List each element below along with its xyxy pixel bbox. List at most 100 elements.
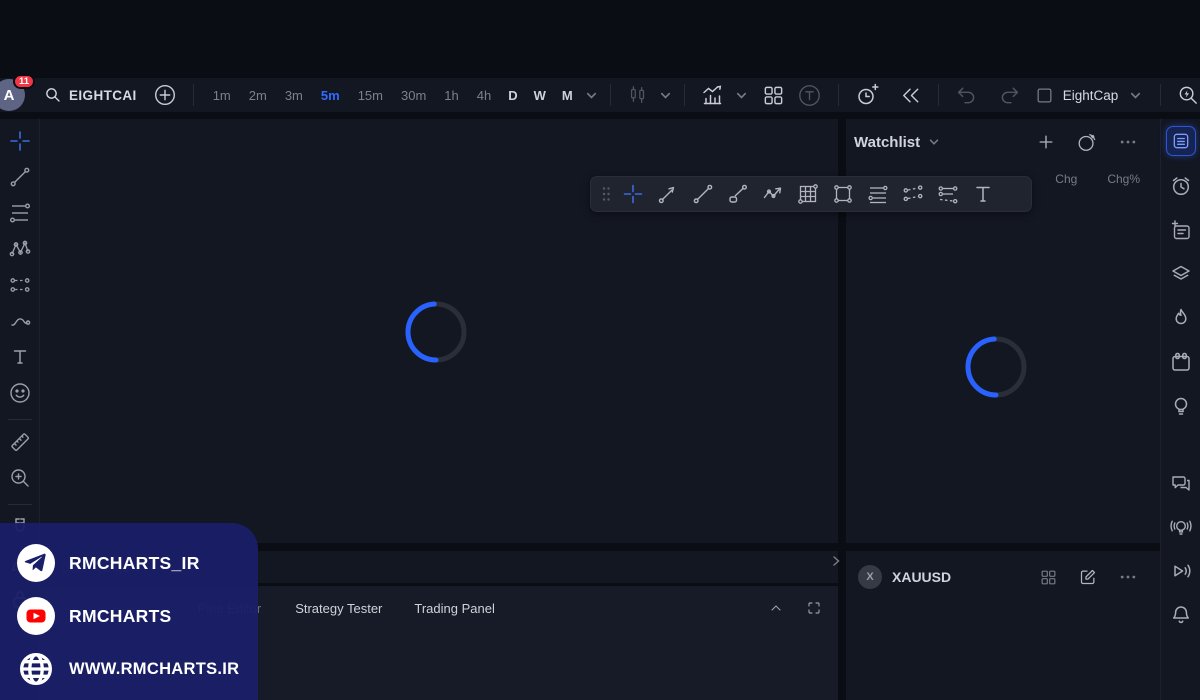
fb-trend-line-button[interactable] xyxy=(685,179,720,209)
timeframe-30m[interactable]: 30m xyxy=(392,80,435,110)
indicators-menu-button[interactable] xyxy=(731,80,750,110)
toolbar-separator xyxy=(0,112,1200,119)
watchlist-title-dropdown[interactable]: Watchlist xyxy=(854,134,940,151)
crosshair-icon xyxy=(621,182,645,206)
timeframe-4h[interactable]: 4h xyxy=(468,80,500,110)
timeframe-D[interactable]: D xyxy=(500,80,525,110)
text-icon xyxy=(8,345,32,369)
panel-maximize-button[interactable] xyxy=(806,600,822,616)
timeframe-1m[interactable]: 1m xyxy=(204,80,240,110)
sidebar-item-chats[interactable] xyxy=(1167,471,1195,495)
youtube-row[interactable]: RMCHARTS xyxy=(16,596,258,636)
symbol-search-value: EIGHTCAI xyxy=(69,88,137,103)
youtube-icon xyxy=(16,596,56,636)
watchlist-more-button[interactable] xyxy=(1118,132,1138,152)
undo-icon xyxy=(955,84,978,107)
fb-gann-box-button[interactable] xyxy=(790,179,825,209)
compare-add-button[interactable] xyxy=(147,80,183,110)
forecast-tool-button[interactable] xyxy=(4,273,36,297)
alert-create-button[interactable] xyxy=(849,80,885,110)
replay-button[interactable] xyxy=(893,80,928,110)
layout-grid-button[interactable] xyxy=(756,80,791,110)
timeframe-2m[interactable]: 2m xyxy=(240,80,276,110)
timeframe-M[interactable]: M xyxy=(554,80,581,110)
top-black-band xyxy=(0,0,1200,78)
sidebar-item-calendar[interactable] xyxy=(1167,350,1195,374)
symbol-more-button[interactable] xyxy=(1118,567,1138,587)
timeframe-3m[interactable]: 3m xyxy=(276,80,312,110)
play-waves-icon xyxy=(1169,559,1193,583)
sidebar-item-watchlist[interactable] xyxy=(1166,126,1196,156)
divider xyxy=(838,84,839,106)
fb-trend-shape-button[interactable] xyxy=(720,179,755,209)
timeframe-5m[interactable]: 5m xyxy=(312,80,349,110)
templates-button[interactable] xyxy=(791,80,828,110)
symbol-grid-view-button[interactable] xyxy=(1039,568,1058,587)
symbol-panel-header: X XAUUSD xyxy=(846,555,1160,599)
watchlist-header: Watchlist xyxy=(846,119,1160,165)
fb-polyline-button[interactable] xyxy=(755,179,790,209)
fb-rectangle-button[interactable] xyxy=(825,179,860,209)
zigzag-arrow-icon xyxy=(761,182,785,206)
divider xyxy=(610,84,611,106)
user-menu[interactable]: A 11 xyxy=(0,78,34,112)
timeframe-menu-button[interactable] xyxy=(581,80,600,110)
watchlist-chart-view-button[interactable] xyxy=(1076,131,1098,153)
timeframe-15m[interactable]: 15m xyxy=(349,80,392,110)
chart-style-button[interactable] xyxy=(621,80,655,110)
chevron-down-icon xyxy=(1129,89,1142,102)
sidebar-item-streams[interactable] xyxy=(1167,559,1195,583)
toolbar-drag-handle[interactable] xyxy=(597,179,615,209)
symbol-search[interactable]: EIGHTCAI xyxy=(34,80,147,110)
fb-channel-button[interactable] xyxy=(930,179,965,209)
zoom-in-tool-button[interactable] xyxy=(4,466,36,490)
indicators-button[interactable] xyxy=(695,80,731,110)
pane-separator[interactable] xyxy=(846,543,1160,551)
text-tool-button[interactable] xyxy=(4,345,36,369)
sidebar-item-data-window[interactable] xyxy=(1167,262,1195,286)
undo-button[interactable] xyxy=(949,80,984,110)
broker-selector[interactable]: EightCap xyxy=(1027,80,1151,110)
sidebar-item-hotlists[interactable] xyxy=(1167,306,1195,330)
brush-tool-button[interactable] xyxy=(4,309,36,333)
website-url: WWW.RMCHARTS.IR xyxy=(69,660,239,679)
column-chg[interactable]: Chg xyxy=(1055,172,1077,186)
trend-line-tool-button[interactable] xyxy=(4,165,36,189)
pattern-tool-button[interactable] xyxy=(4,237,36,261)
sidebar-item-ideas[interactable] xyxy=(1167,394,1195,418)
panel-expand-button[interactable] xyxy=(768,600,784,616)
sidebar-item-ideas-stream[interactable] xyxy=(1167,515,1195,539)
broker-label: EightCap xyxy=(1063,88,1119,103)
search-icon xyxy=(44,86,62,104)
emoji-icon xyxy=(8,381,32,405)
ruler-icon xyxy=(8,430,32,454)
watchlist-add-symbol-button[interactable] xyxy=(1036,132,1056,152)
tab-strategy-tester[interactable]: Strategy Tester xyxy=(295,601,382,616)
chat-bubbles-icon xyxy=(1169,471,1193,495)
timeframe-1h[interactable]: 1h xyxy=(435,80,467,110)
timeframe-W[interactable]: W xyxy=(526,80,554,110)
crosshair-tool-button[interactable] xyxy=(4,129,36,153)
telegram-row[interactable]: RMCHARTS_IR xyxy=(16,543,258,583)
website-row[interactable]: WWW.RMCHARTS.IR xyxy=(16,649,258,689)
tab-trading-panel[interactable]: Trading Panel xyxy=(414,601,494,616)
symbol-note-button[interactable] xyxy=(1078,567,1098,587)
sidebar-item-notifications[interactable] xyxy=(1167,603,1195,627)
symbol-name[interactable]: XAUUSD xyxy=(892,569,951,585)
emoji-tool-button[interactable] xyxy=(4,381,36,405)
fb-trend-fib-button[interactable] xyxy=(895,179,930,209)
quick-search-button[interactable] xyxy=(1171,80,1200,110)
panel-collapse-handle[interactable] xyxy=(827,551,845,571)
sidebar-item-news[interactable] xyxy=(1167,218,1195,242)
column-chg-percent[interactable]: Chg% xyxy=(1107,172,1140,186)
measure-tool-button[interactable] xyxy=(4,430,36,454)
fb-text-button[interactable] xyxy=(965,179,1000,209)
fb-fib-levels-button[interactable] xyxy=(860,179,895,209)
redo-button[interactable] xyxy=(992,80,1027,110)
grid-icon xyxy=(1039,568,1058,587)
sidebar-item-alerts[interactable] xyxy=(1167,174,1195,198)
fb-arrow-button[interactable] xyxy=(650,179,685,209)
chart-style-menu-button[interactable] xyxy=(655,80,674,110)
fib-retracement-tool-button[interactable] xyxy=(4,201,36,225)
fb-crosshair-button[interactable] xyxy=(615,179,650,209)
